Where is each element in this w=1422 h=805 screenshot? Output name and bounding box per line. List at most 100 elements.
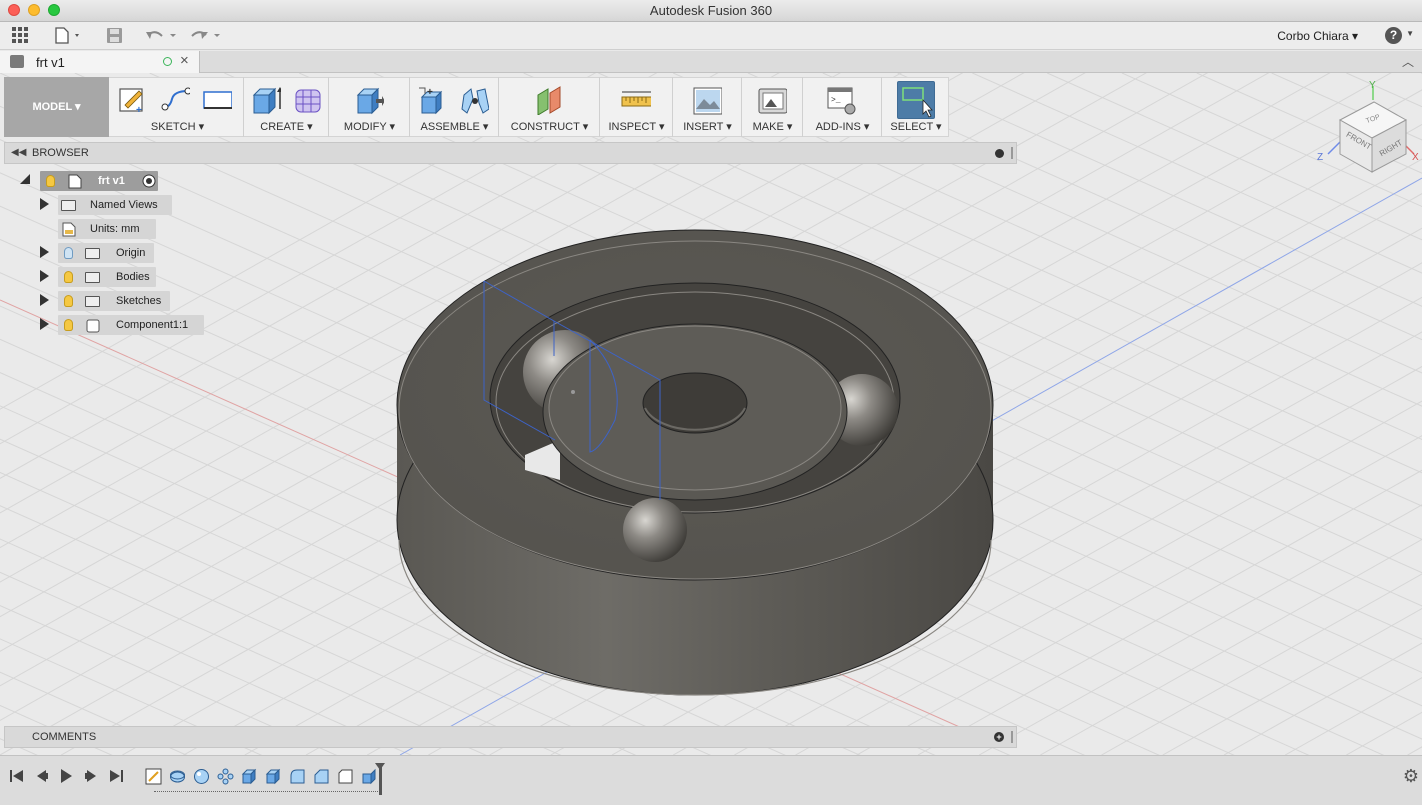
file-icon[interactable]: [55, 27, 83, 45]
save-icon[interactable]: [106, 27, 124, 45]
make-group[interactable]: MAKE ▾: [743, 77, 803, 137]
model-canvas[interactable]: [0, 73, 1422, 755]
user-menu[interactable]: Corbo Chiara ▾: [1277, 29, 1358, 43]
form-icon[interactable]: [293, 85, 323, 115]
timeline-pattern-icon[interactable]: [217, 768, 234, 785]
collapse-triangle-icon[interactable]: [20, 174, 30, 184]
timeline-revolve-icon[interactable]: [169, 768, 186, 785]
document-tab[interactable]: frt v1 ×: [0, 51, 200, 73]
collapse-toolbar-icon[interactable]: ︿: [1402, 53, 1414, 70]
3d-print-icon[interactable]: [757, 85, 787, 115]
addins-menu[interactable]: ADD-INS ▾: [804, 120, 881, 133]
viewcube[interactable]: Y Z X TOP FRONT RIGHT: [1312, 80, 1422, 180]
select-menu[interactable]: SELECT ▾: [883, 120, 949, 133]
resize-grip-icon[interactable]: [1011, 147, 1013, 159]
browser-item-bodies[interactable]: Bodies: [38, 267, 178, 287]
play-icon[interactable]: [58, 768, 74, 784]
timeline-marker[interactable]: [375, 763, 385, 795]
svg-text:+: +: [427, 87, 433, 98]
go-to-start-icon[interactable]: [9, 768, 25, 784]
redo-icon[interactable]: [190, 27, 224, 45]
scripts-icon[interactable]: >_: [826, 85, 856, 115]
go-to-end-icon[interactable]: [108, 768, 124, 784]
browser-root-item[interactable]: frt v1: [20, 171, 170, 191]
addins-group[interactable]: >_ ADD-INS ▾: [804, 77, 882, 137]
gear-icon[interactable]: ⚙: [1403, 766, 1419, 787]
add-comment-icon[interactable]: +: [994, 732, 1004, 742]
inspect-group[interactable]: INSPECT ▾: [601, 77, 673, 137]
expand-triangle-icon[interactable]: [40, 294, 49, 306]
bearing-body[interactable]: [396, 229, 994, 696]
timeline-sketch-icon[interactable]: [145, 768, 162, 785]
undo-icon[interactable]: [145, 27, 179, 45]
construct-group[interactable]: CONSTRUCT ▾: [500, 77, 600, 137]
window-minimize-button[interactable]: [28, 4, 40, 16]
modify-group[interactable]: MODIFY ▾: [330, 77, 410, 137]
sketch-menu[interactable]: SKETCH ▾: [112, 120, 243, 133]
timeline-component-icon[interactable]: [241, 768, 258, 785]
visibility-bulb-off-icon[interactable]: [64, 247, 73, 259]
browser-panel-header[interactable]: ◀◀ BROWSER: [4, 142, 1017, 164]
timeline-component-icon[interactable]: [265, 768, 282, 785]
create-sketch-icon[interactable]: +: [117, 85, 147, 115]
sketch-group[interactable]: + SKETCH ▾: [112, 77, 244, 137]
line-tool-icon[interactable]: [160, 85, 190, 115]
browser-item-label: Bodies: [116, 271, 150, 283]
joint-icon[interactable]: [459, 85, 489, 115]
visibility-bulb-icon[interactable]: [46, 175, 55, 187]
extrude-icon[interactable]: [251, 85, 281, 115]
select-group[interactable]: SELECT ▾: [883, 77, 949, 137]
activate-radio-icon[interactable]: [142, 174, 156, 188]
document-icon: [68, 174, 82, 189]
expand-triangle-icon[interactable]: [40, 198, 49, 210]
timeline-joint-icon[interactable]: [361, 768, 378, 785]
workspace-switcher-button[interactable]: MODEL ▾: [4, 77, 109, 137]
timeline-body-icon[interactable]: [337, 768, 354, 785]
window-close-button[interactable]: [8, 4, 20, 16]
assemble-group[interactable]: + ASSEMBLE ▾: [411, 77, 499, 137]
help-caret-icon[interactable]: ▼: [1406, 29, 1414, 38]
browser-minimize-icon[interactable]: [995, 149, 1004, 158]
browser-item-origin[interactable]: Origin: [38, 243, 178, 263]
inspect-menu[interactable]: INSPECT ▾: [601, 120, 672, 133]
app-grid-icon[interactable]: [12, 27, 30, 45]
new-component-icon[interactable]: +: [417, 85, 447, 115]
canvas-viewport[interactable]: [0, 73, 1422, 755]
measure-icon[interactable]: [621, 85, 651, 115]
browser-item-units[interactable]: Units: mm: [58, 219, 158, 239]
expand-triangle-icon[interactable]: [40, 270, 49, 282]
timeline-sphere-icon[interactable]: [193, 768, 210, 785]
visibility-bulb-icon[interactable]: [64, 271, 73, 283]
collapse-browser-icon[interactable]: ◀◀: [11, 147, 26, 158]
select-tool-icon[interactable]: [897, 81, 935, 119]
browser-item-named-views[interactable]: Named Views: [38, 195, 178, 215]
modify-menu[interactable]: MODIFY ▾: [330, 120, 409, 133]
browser-item-component[interactable]: Component1:1: [38, 315, 208, 335]
insert-group[interactable]: INSERT ▾: [674, 77, 742, 137]
timeline-fillet-icon[interactable]: [289, 768, 306, 785]
step-back-icon[interactable]: [34, 768, 50, 784]
create-menu[interactable]: CREATE ▾: [245, 120, 328, 133]
rectangle-tool-icon[interactable]: [202, 85, 232, 115]
visibility-bulb-icon[interactable]: [64, 295, 73, 307]
comments-panel-header[interactable]: COMMENTS +: [4, 726, 1017, 748]
press-pull-icon[interactable]: [354, 85, 384, 115]
help-icon[interactable]: ?: [1385, 27, 1402, 44]
insert-menu[interactable]: INSERT ▾: [674, 120, 741, 133]
title-bar: Autodesk Fusion 360: [0, 0, 1422, 22]
construct-menu[interactable]: CONSTRUCT ▾: [500, 120, 599, 133]
close-icon[interactable]: ×: [180, 52, 189, 69]
step-forward-icon[interactable]: [83, 768, 99, 784]
create-group[interactable]: CREATE ▾: [245, 77, 329, 137]
visibility-bulb-icon[interactable]: [64, 319, 73, 331]
window-maximize-button[interactable]: [48, 4, 60, 16]
assemble-menu[interactable]: ASSEMBLE ▾: [411, 120, 498, 133]
browser-item-sketches[interactable]: Sketches: [38, 291, 178, 311]
expand-triangle-icon[interactable]: [40, 318, 49, 330]
resize-grip-icon[interactable]: [1011, 731, 1013, 743]
expand-triangle-icon[interactable]: [40, 246, 49, 258]
timeline-chamfer-icon[interactable]: [313, 768, 330, 785]
insert-image-icon[interactable]: [692, 85, 722, 115]
offset-plane-icon[interactable]: [534, 85, 564, 115]
make-menu[interactable]: MAKE ▾: [743, 120, 802, 133]
